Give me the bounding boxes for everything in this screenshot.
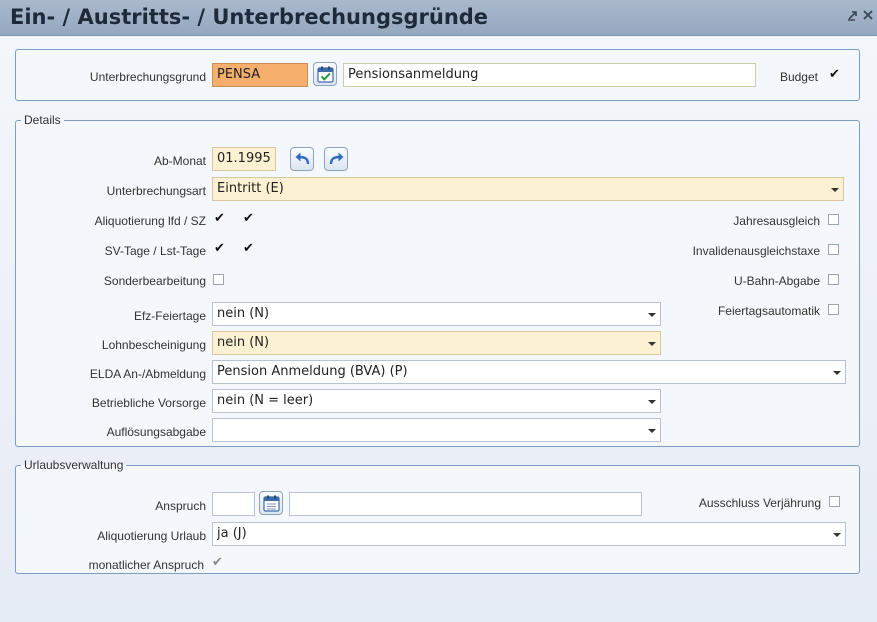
form-content: Unterbrechungsgrund PENSA Pensionsanmeld… (0, 37, 877, 622)
aufloesungsabgabe-select[interactable] (212, 418, 661, 442)
invalidenausgleichstaxe-label: Invalidenausgleichstaxe (692, 244, 820, 258)
sv-tage-checkbox[interactable] (213, 241, 225, 256)
budget-label: Budget (779, 70, 818, 84)
aliquotierung-sz-checkbox[interactable] (242, 211, 254, 226)
budget-checkbox[interactable] (828, 67, 840, 82)
betriebliche-vorsorge-select[interactable]: nein (N = leer) (212, 389, 661, 413)
invalidenausgleichstaxe-checkbox[interactable] (828, 244, 839, 255)
window-titlebar: Ein- / Austritts- / Unterbrechungsgründe (0, 0, 877, 36)
details-legend: Details (24, 113, 61, 127)
efz-feiertage-select[interactable]: nein (N) (212, 302, 661, 326)
aliquotierung-urlaub-select[interactable]: ja (J) (212, 522, 846, 546)
anspruch-label: Anspruch (155, 499, 206, 513)
betriebliche-vorsorge-value: nein (N = leer) (217, 393, 314, 408)
aliquotierung-urlaub-value: ja (J) (217, 526, 247, 541)
ausschluss-verjaehrung-label: Ausschluss Verjährung (698, 496, 821, 510)
efz-feiertage-label: Efz-Feiertage (133, 309, 206, 323)
unterbrechungsgrund-code-field[interactable]: PENSA (212, 63, 308, 87)
ab-monat-field[interactable]: 01.1995 (212, 147, 276, 171)
anspruch-code-field[interactable] (212, 492, 255, 516)
lst-tage-checkbox[interactable] (242, 241, 254, 256)
window-title: Ein- / Austritts- / Unterbrechungsgründe (10, 5, 489, 29)
sonderbearbeitung-checkbox[interactable] (213, 274, 224, 285)
ubahn-label: U-Bahn-Abgabe (733, 274, 820, 288)
aliquotierung-lfd-checkbox[interactable] (213, 211, 225, 226)
chevron-down-icon (648, 429, 656, 433)
chevron-down-icon (648, 313, 656, 317)
feiertagsautomatik-checkbox[interactable] (828, 304, 839, 315)
aufloesungsabgabe-label: Auflösungsabgabe (106, 425, 206, 439)
lohnbescheinigung-label: Lohnbescheinigung (101, 338, 206, 352)
chevron-down-icon (833, 533, 841, 537)
unterbrechungsgrund-label: Unterbrechungsgrund (89, 70, 206, 84)
efz-feiertage-value: nein (N) (217, 306, 270, 321)
jahresausgleich-label: Jahresausgleich (733, 214, 820, 228)
monatlicher-anspruch-checkbox[interactable] (211, 555, 223, 570)
aliquotierung-urlaub-label: Aliquotierung Urlaub (97, 529, 206, 543)
calendar-check-icon[interactable] (313, 62, 337, 86)
jahresausgleich-checkbox[interactable] (828, 214, 839, 225)
elda-select[interactable]: Pension Anmeldung (BVA) (P) (212, 360, 846, 384)
minimize-icon[interactable] (846, 9, 860, 23)
ubahn-checkbox[interactable] (828, 274, 839, 285)
urlaubsverwaltung-group: Urlaubsverwaltung Anspruch Ausschluss Ve… (15, 458, 860, 574)
unterbrechungsgrund-description-field[interactable]: Pensionsanmeldung (343, 63, 756, 87)
chevron-down-icon (831, 188, 839, 192)
lohnbescheinigung-value: nein (N) (217, 335, 270, 350)
details-group: Details Ab-Monat 01.1995 Unterbrechungsa… (15, 113, 860, 447)
undo-arrow-icon[interactable] (290, 147, 314, 171)
ab-monat-label: Ab-Monat (153, 154, 206, 168)
betriebliche-vorsorge-label: Betriebliche Vorsorge (91, 396, 206, 410)
chevron-down-icon (833, 371, 841, 375)
unterbrechungsart-value: Eintritt (E) (217, 181, 284, 196)
unterbrechungsart-select[interactable]: Eintritt (E) (212, 177, 844, 201)
chevron-down-icon (648, 400, 656, 404)
lohnbescheinigung-select[interactable]: nein (N) (212, 331, 661, 355)
unterbrechungsart-label: Unterbrechungsart (106, 184, 206, 198)
ausschluss-verjaehrung-checkbox[interactable] (829, 496, 840, 507)
chevron-down-icon (648, 342, 656, 346)
elda-label: ELDA An-/Abmeldung (89, 367, 206, 381)
monatlicher-anspruch-label: monatlicher Anspruch (88, 558, 204, 572)
close-icon[interactable] (861, 9, 875, 23)
redo-arrow-icon[interactable] (324, 147, 348, 171)
header-group: Unterbrechungsgrund PENSA Pensionsanmeld… (15, 49, 860, 101)
anspruch-text-field[interactable] (289, 492, 642, 516)
sv-tage-label: SV-Tage / Lst-Tage (104, 244, 206, 258)
elda-value: Pension Anmeldung (BVA) (P) (217, 364, 408, 379)
urlaubsverwaltung-legend: Urlaubsverwaltung (24, 458, 124, 472)
calendar-icon[interactable] (259, 491, 283, 515)
aliquotierung-label: Aliquotierung lfd / SZ (94, 214, 206, 228)
sonderbearbeitung-label: Sonderbearbeitung (103, 274, 206, 288)
